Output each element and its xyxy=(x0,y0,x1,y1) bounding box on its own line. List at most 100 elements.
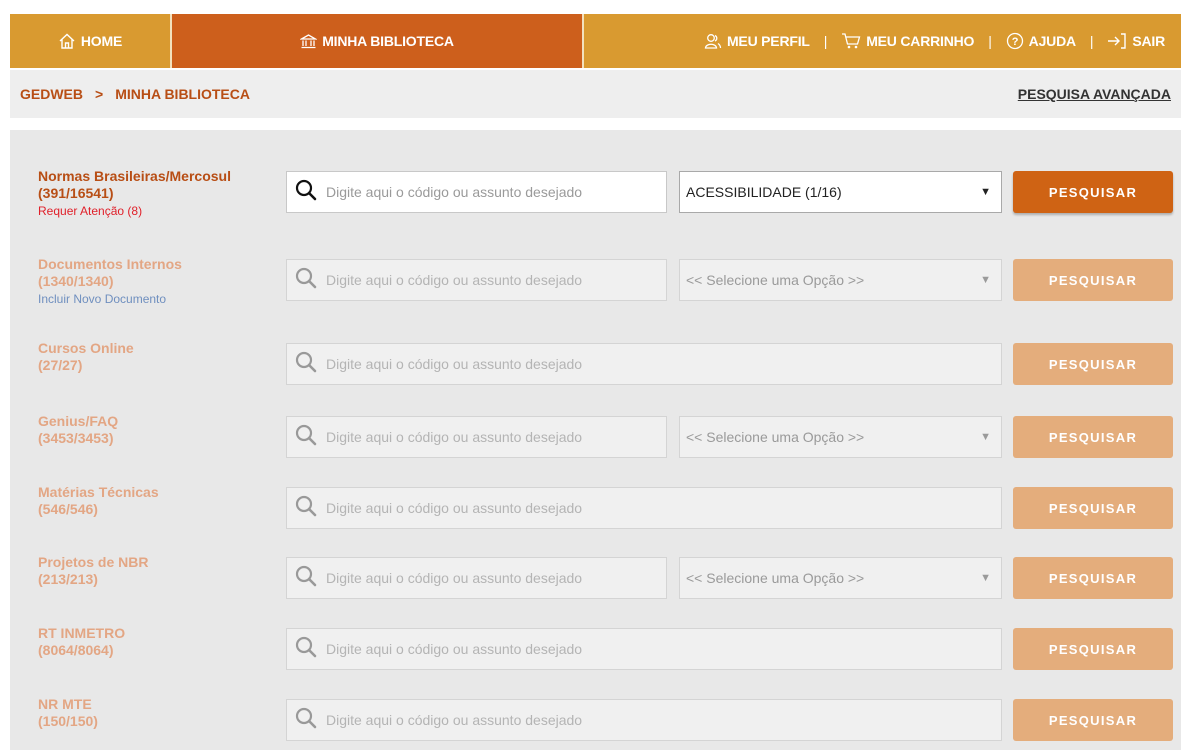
row-count: (3453/3453) xyxy=(38,430,114,446)
library-row-cursos: Cursos Online (27/27) Digite aqui o códi… xyxy=(10,340,1181,388)
nav-logout[interactable]: SAIR xyxy=(1107,32,1165,50)
search-placeholder: Digite aqui o código ou assunto desejado xyxy=(326,712,583,728)
search-icon xyxy=(295,351,317,378)
nav-logout-label: SAIR xyxy=(1132,33,1165,49)
row-label: Projetos de NBR (213/213) xyxy=(38,554,288,588)
nav-separator: | xyxy=(823,33,828,49)
search-icon xyxy=(295,424,317,451)
search-button[interactable]: PESQUISAR xyxy=(1013,343,1173,385)
nav-home-label: HOME xyxy=(80,33,123,49)
chevron-down-icon: ▼ xyxy=(980,431,991,443)
nav-profile[interactable]: MEU PERFIL xyxy=(704,32,810,50)
search-input[interactable]: Digite aqui o código ou assunto desejado xyxy=(286,699,1002,741)
chevron-down-icon: ▼ xyxy=(980,186,991,198)
search-button[interactable]: PESQUISAR xyxy=(1013,699,1173,741)
search-button[interactable]: PESQUISAR xyxy=(1013,487,1173,529)
select-value: ACESSIBILIDADE (1/16) xyxy=(686,184,842,200)
library-row-nr-mte: NR MTE (150/150) Digite aqui o código ou… xyxy=(10,696,1181,744)
nav-cart[interactable]: MEU CARRINHO xyxy=(841,32,974,50)
search-input[interactable]: Digite aqui o código ou assunto desejado xyxy=(286,171,667,213)
search-placeholder: Digite aqui o código ou assunto desejado xyxy=(326,272,583,288)
search-button[interactable]: PESQUISAR xyxy=(1013,628,1173,670)
search-placeholder: Digite aqui o código ou assunto desejado xyxy=(326,570,583,586)
library-row-documentos: Documentos Internos (1340/1340) Incluir … xyxy=(10,256,1181,307)
search-icon xyxy=(295,179,317,206)
row-name[interactable]: Projetos de NBR xyxy=(38,554,288,571)
category-select[interactable]: ACESSIBILIDADE (1/16) ▼ xyxy=(679,171,1002,213)
search-icon xyxy=(295,565,317,592)
advanced-search-link[interactable]: PESQUISA AVANÇADA xyxy=(1018,86,1171,102)
search-placeholder: Digite aqui o código ou assunto desejado xyxy=(326,184,583,200)
nav-separator: | xyxy=(1089,33,1094,49)
row-name[interactable]: Documentos Internos xyxy=(38,256,288,273)
search-button[interactable]: PESQUISAR xyxy=(1013,557,1173,599)
row-count: (8064/8064) xyxy=(38,642,114,658)
logout-icon xyxy=(1107,32,1127,50)
breadcrumb-current: MINHA BIBLIOTECA xyxy=(115,86,250,102)
chevron-down-icon: ▼ xyxy=(980,572,991,584)
breadcrumb: GEDWEB > MINHA BIBLIOTECA xyxy=(20,86,250,102)
search-icon xyxy=(295,707,317,734)
search-button[interactable]: PESQUISAR xyxy=(1013,171,1173,213)
search-icon xyxy=(295,636,317,663)
category-select[interactable]: << Selecione uma Opção >> ▼ xyxy=(679,416,1002,458)
search-input[interactable]: Digite aqui o código ou assunto desejado xyxy=(286,343,1002,385)
row-count: (391/16541) xyxy=(38,185,114,201)
search-button[interactable]: PESQUISAR xyxy=(1013,259,1173,301)
attention-link[interactable]: Requer Atenção (8) xyxy=(38,203,288,219)
users-icon xyxy=(704,32,722,50)
row-count: (213/213) xyxy=(38,571,98,587)
search-placeholder: Digite aqui o código ou assunto desejado xyxy=(326,641,583,657)
select-value: << Selecione uma Opção >> xyxy=(686,570,865,586)
breadcrumb-bar: GEDWEB > MINHA BIBLIOTECA PESQUISA AVANÇ… xyxy=(10,70,1181,118)
row-label: Cursos Online (27/27) xyxy=(38,340,288,374)
select-value: << Selecione uma Opção >> xyxy=(686,429,865,445)
search-placeholder: Digite aqui o código ou assunto desejado xyxy=(326,500,583,516)
nav-profile-label: MEU PERFIL xyxy=(726,33,810,49)
library-row-genius: Genius/FAQ (3453/3453) Digite aqui o cód… xyxy=(10,413,1181,461)
row-label: Documentos Internos (1340/1340) Incluir … xyxy=(38,256,288,307)
home-icon xyxy=(58,32,76,50)
search-input[interactable]: Digite aqui o código ou assunto desejado xyxy=(286,557,667,599)
library-row-normas: Normas Brasileiras/Mercosul (391/16541) … xyxy=(10,168,1181,219)
row-name[interactable]: Genius/FAQ xyxy=(38,413,288,430)
nav-cart-label: MEU CARRINHO xyxy=(866,33,975,49)
nav-help-label: AJUDA xyxy=(1028,33,1076,49)
bank-icon xyxy=(300,33,318,50)
chevron-down-icon: ▼ xyxy=(980,274,991,286)
row-name[interactable]: RT INMETRO xyxy=(38,625,288,642)
select-value: << Selecione uma Opção >> xyxy=(686,272,865,288)
row-name[interactable]: Normas Brasileiras/Mercosul xyxy=(38,168,288,185)
search-input[interactable]: Digite aqui o código ou assunto desejado xyxy=(286,487,1002,529)
library-search-panel: Normas Brasileiras/Mercosul (391/16541) … xyxy=(10,130,1181,750)
library-row-materias: Matérias Técnicas (546/546) Digite aqui … xyxy=(10,484,1181,532)
row-count: (1340/1340) xyxy=(38,273,114,289)
add-document-link[interactable]: Incluir Novo Documento xyxy=(38,291,288,307)
category-select[interactable]: << Selecione uma Opção >> ▼ xyxy=(679,557,1002,599)
breadcrumb-root[interactable]: GEDWEB xyxy=(20,86,83,102)
row-name[interactable]: Matérias Técnicas xyxy=(38,484,288,501)
search-input[interactable]: Digite aqui o código ou assunto desejado xyxy=(286,259,667,301)
search-placeholder: Digite aqui o código ou assunto desejado xyxy=(326,429,583,445)
nav-help[interactable]: ? AJUDA xyxy=(1006,32,1076,50)
row-label: Normas Brasileiras/Mercosul (391/16541) … xyxy=(38,168,288,219)
search-input[interactable]: Digite aqui o código ou assunto desejado xyxy=(286,628,1002,670)
row-name[interactable]: NR MTE xyxy=(38,696,288,713)
category-select[interactable]: << Selecione uma Opção >> ▼ xyxy=(679,259,1002,301)
svg-text:?: ? xyxy=(1011,36,1018,48)
breadcrumb-separator: > xyxy=(95,86,104,102)
nav-separator: | xyxy=(988,33,992,49)
help-circle-icon: ? xyxy=(1006,32,1024,50)
search-placeholder: Digite aqui o código ou assunto desejado xyxy=(326,356,583,372)
nav-user-menu: MEU PERFIL | MEU CARRINHO | ? AJUDA | SA… xyxy=(584,14,1181,68)
search-input[interactable]: Digite aqui o código ou assunto desejado xyxy=(286,416,667,458)
top-navigation: HOME MINHA BIBLIOTECA MEU PERFIL | MEU C… xyxy=(10,14,1181,68)
search-button[interactable]: PESQUISAR xyxy=(1013,416,1173,458)
row-count: (546/546) xyxy=(38,501,98,517)
search-icon xyxy=(295,495,317,522)
library-row-rt-inmetro: RT INMETRO (8064/8064) Digite aqui o cód… xyxy=(10,625,1181,673)
row-count: (27/27) xyxy=(38,357,83,373)
nav-library[interactable]: MINHA BIBLIOTECA xyxy=(172,14,584,68)
row-name[interactable]: Cursos Online xyxy=(38,340,288,357)
nav-home[interactable]: HOME xyxy=(10,14,172,68)
